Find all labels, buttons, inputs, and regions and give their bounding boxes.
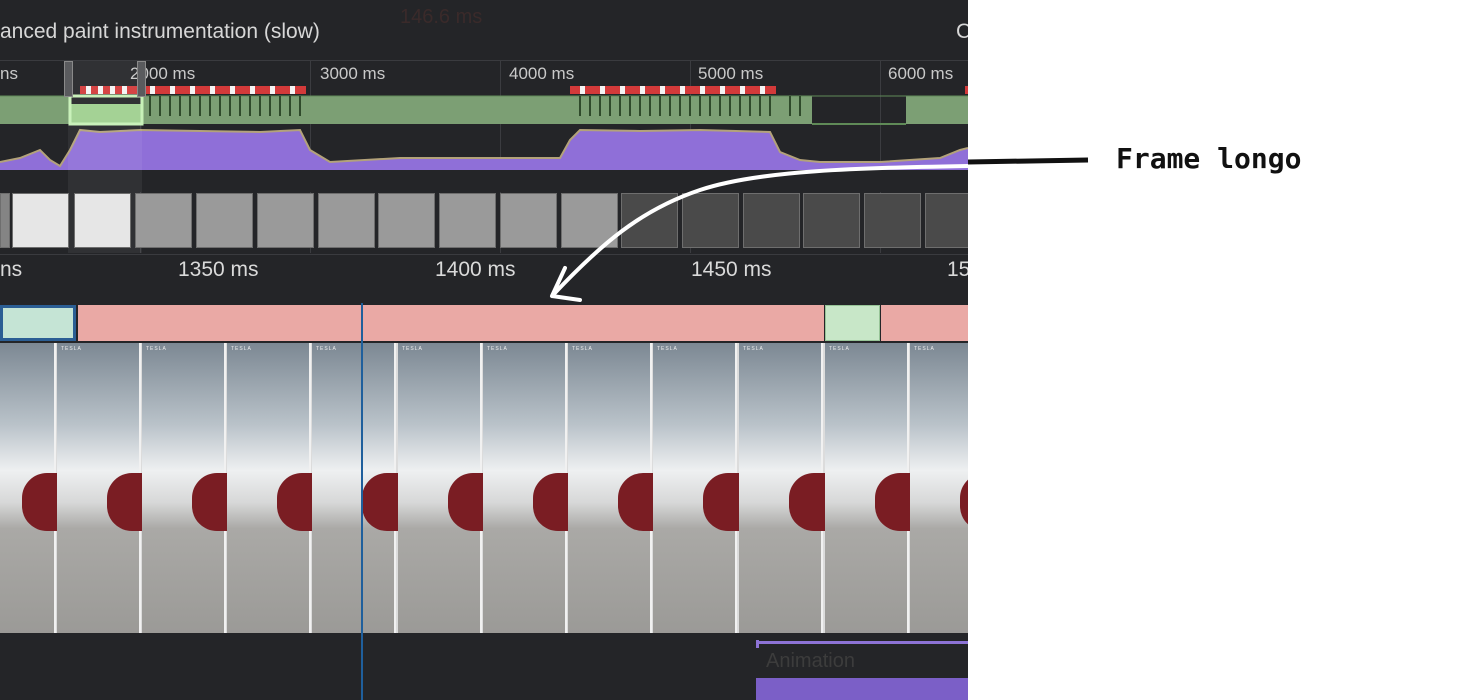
callout-pointer-line bbox=[967, 157, 1089, 165]
callout-arrow-curve bbox=[550, 164, 969, 298]
annotation-overlay bbox=[550, 157, 1089, 302]
annotation-text: Frame longo bbox=[1116, 142, 1302, 175]
